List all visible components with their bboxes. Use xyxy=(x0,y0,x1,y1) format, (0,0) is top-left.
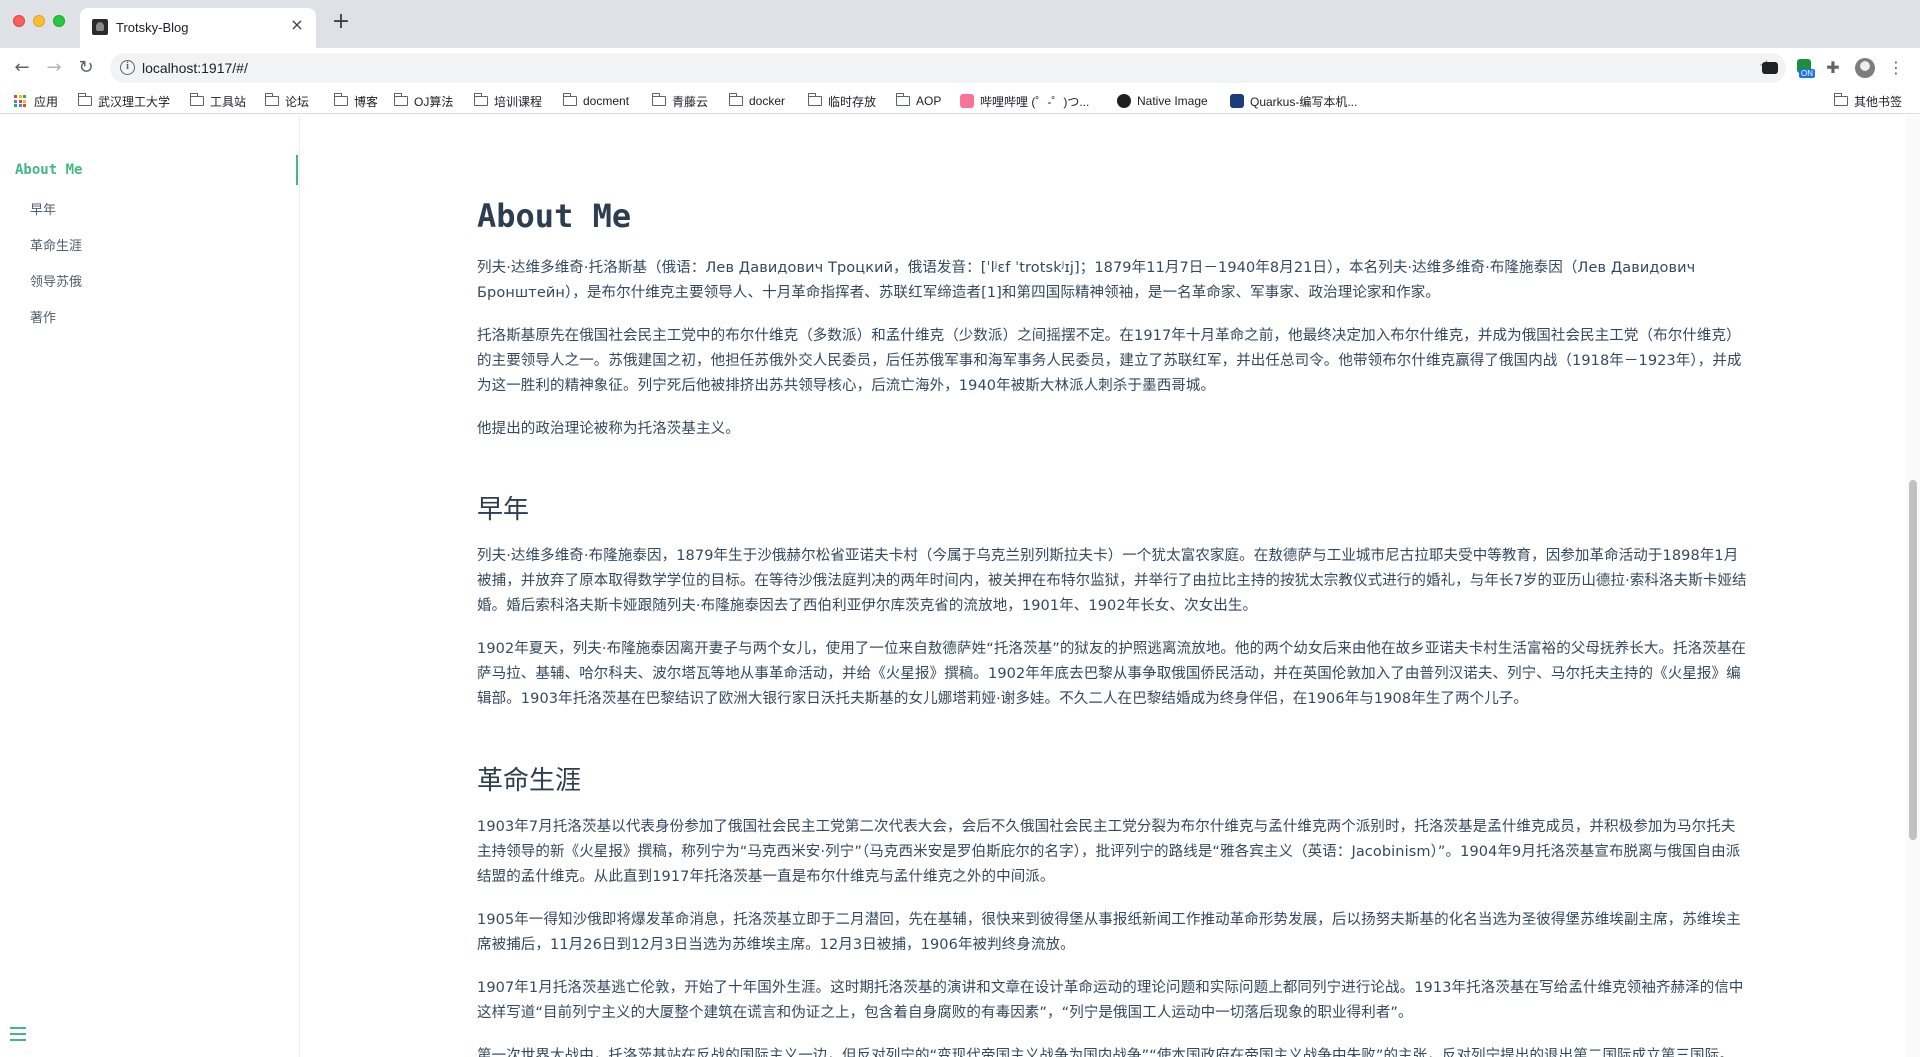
profile-avatar[interactable] xyxy=(1855,58,1875,78)
bookmark-folder[interactable]: OJ算法 xyxy=(393,91,454,111)
page-title: About Me xyxy=(477,197,632,235)
zoom-window-button[interactable] xyxy=(53,15,65,27)
bookmark-folder[interactable]: 培训课程 xyxy=(473,91,543,111)
folder-icon xyxy=(77,93,92,106)
section-paragraph: 1907年1月托洛茨基逃亡伦敦，开始了十年国外生涯。这时期托洛茨基的演讲和文章在… xyxy=(477,980,1744,1021)
url-text[interactable]: localhost:1917/#/ xyxy=(142,60,248,76)
bookmark-label: 博客 xyxy=(354,94,379,109)
reload-icon[interactable]: ↻ xyxy=(75,57,97,79)
folder-icon xyxy=(807,93,822,106)
bookmark-label: 青藤云 xyxy=(672,94,709,109)
folder-icon xyxy=(1833,93,1848,106)
folder-icon xyxy=(473,93,488,106)
bookmark-folder[interactable]: 青藤云 xyxy=(651,91,709,111)
section-paragraph: 列夫·达维多维奇·布隆施泰因，1879年生于沙俄赫尔松省亚诺夫卡村（今属于乌克兰… xyxy=(477,548,1747,614)
address-bar[interactable]: i localhost:1917/#/ ☆ xyxy=(110,53,1786,83)
bookmark-bilibili[interactable]: 哔哩哔哩 (゜-゜)つ... xyxy=(960,91,1089,111)
bookmark-label: 论坛 xyxy=(285,94,310,109)
tab-close-icon[interactable]: × xyxy=(288,16,306,34)
bookmark-folder[interactable]: 临时存放 xyxy=(807,91,877,111)
bookmark-label: Quarkus-编写本机... xyxy=(1250,94,1358,109)
section-paragraph: 1902年夏天，列夫·布隆施泰因离开妻子与两个女儿，使用了一位来自敖德萨姓“托洛… xyxy=(477,641,1747,707)
sidebar: About Me 早年 革命生涯 领导苏俄 著作 xyxy=(0,115,300,1057)
intro-paragraph: 托洛斯基原先在俄国社会民主工党中的布尔什维克（多数派）和孟什维克（少数派）之间摇… xyxy=(477,328,1742,394)
sidebar-item-early-years[interactable]: 早年 xyxy=(30,199,56,218)
bookmark-folder[interactable]: 论坛 xyxy=(264,91,310,111)
bookmark-label: 其他书签 xyxy=(1854,94,1903,109)
browser-tab[interactable]: Trotsky-Blog × xyxy=(80,8,316,48)
bookmark-folder[interactable]: 武汉理工大学 xyxy=(77,91,171,111)
browser-toolbar: ← → ↻ i localhost:1917/#/ ☆ ON ✚ ⋮ xyxy=(0,48,1920,88)
bookmark-label: docment xyxy=(583,94,630,108)
section-heading-early-years: 早年 xyxy=(477,495,530,525)
tab-title: Trotsky-Blog xyxy=(116,20,189,35)
bookmark-label: 哔哩哔哩 (゜-゜)つ... xyxy=(980,94,1090,109)
bookmark-native-image[interactable]: Native Image xyxy=(1117,91,1208,111)
folder-icon xyxy=(264,93,279,106)
bookmark-label: Native Image xyxy=(1137,94,1208,108)
bookmark-folder[interactable]: 博客 xyxy=(333,91,379,111)
bookmark-other[interactable]: 其他书签 xyxy=(1833,91,1903,111)
bookmark-label: docker xyxy=(749,94,786,108)
folder-icon xyxy=(728,93,743,106)
folder-icon xyxy=(895,93,910,106)
extension-on-icon[interactable]: ON xyxy=(1795,58,1815,78)
extension-badge: ON xyxy=(1799,69,1815,78)
intro-paragraph: 列夫·达维多维奇·托洛斯基（俄语：Лев Давидович Троцкий，俄… xyxy=(477,260,1696,301)
bookmarks-bar: 应用 武汉理工大学 工具站 论坛 博客 OJ算法 培训课程 docment 青藤… xyxy=(0,88,1920,114)
bookmark-label: 工具站 xyxy=(210,94,247,109)
quarkus-icon xyxy=(1230,94,1244,108)
folder-icon xyxy=(651,93,666,106)
bookmark-label: OJ算法 xyxy=(414,94,454,109)
close-window-button[interactable] xyxy=(13,15,25,27)
sidebar-active-indicator xyxy=(296,155,298,185)
section-paragraph: 1905年一得知沙俄即将爆发革命消息，托洛茨基立即于二月潜回，先在基辅，很快来到… xyxy=(477,912,1741,953)
bookmark-label: 培训课程 xyxy=(494,94,543,109)
sidebar-item-works[interactable]: 著作 xyxy=(30,307,56,326)
menu-icon[interactable]: ⋮ xyxy=(1886,58,1906,78)
folder-icon xyxy=(393,93,408,106)
bookmark-label: 武汉理工大学 xyxy=(98,94,171,109)
scrollbar-thumb[interactable] xyxy=(1909,480,1917,840)
bookmark-label: 临时存放 xyxy=(828,94,877,109)
section-paragraph: 第一次世界大战中，托洛茨基站在反战的国际主义一边，但反对列宁的“变现代帝国主义战… xyxy=(477,1048,1734,1057)
sidebar-item-revolutionary-career[interactable]: 革命生涯 xyxy=(30,235,82,254)
native-image-icon xyxy=(1117,94,1131,108)
browser-tab-strip: Trotsky-Blog × + xyxy=(0,0,1920,48)
section-paragraph: 1903年7月托洛茨基以代表身份参加了俄国社会民主工党第二次代表大会，会后不久俄… xyxy=(477,819,1741,885)
bookmark-folder[interactable]: 工具站 xyxy=(189,91,247,111)
hamburger-icon[interactable] xyxy=(10,1027,26,1041)
back-icon[interactable]: ← xyxy=(11,57,33,79)
bookmark-quarkus[interactable]: Quarkus-编写本机... xyxy=(1230,91,1357,111)
sidebar-item-leading-soviet-russia[interactable]: 领导苏俄 xyxy=(30,271,82,290)
bookmark-label: 应用 xyxy=(34,94,59,109)
bookmark-folder[interactable]: docment xyxy=(562,91,630,111)
bookmark-label: AOP xyxy=(916,94,942,108)
bookmark-folder[interactable]: AOP xyxy=(895,91,942,111)
folder-icon xyxy=(333,93,348,106)
new-tab-button[interactable]: + xyxy=(330,11,352,34)
apps-grid-icon xyxy=(14,95,26,107)
favicon-icon xyxy=(92,19,108,35)
bilibili-icon xyxy=(960,94,974,108)
extension-media-icon[interactable] xyxy=(1760,58,1780,78)
forward-icon[interactable]: → xyxy=(43,57,65,79)
info-icon[interactable]: i xyxy=(120,60,135,75)
sidebar-item-about-me[interactable]: About Me xyxy=(15,162,82,178)
bookmark-folder[interactable]: docker xyxy=(728,91,786,111)
folder-icon xyxy=(189,93,204,106)
folder-icon xyxy=(562,93,577,106)
bookmark-apps[interactable]: 应用 xyxy=(14,91,58,111)
docs-page: About Me 早年 革命生涯 领导苏俄 著作 About Me 列夫·达维多… xyxy=(0,115,1920,1057)
section-heading-revolutionary-career: 革命生涯 xyxy=(477,766,582,796)
page-scrollbar[interactable] xyxy=(1906,115,1920,1057)
intro-paragraph: 他提出的政治理论被称为托洛茨基主义。 xyxy=(477,421,740,437)
minimize-window-button[interactable] xyxy=(33,15,45,27)
extensions-icon[interactable]: ✚ xyxy=(1823,58,1843,78)
